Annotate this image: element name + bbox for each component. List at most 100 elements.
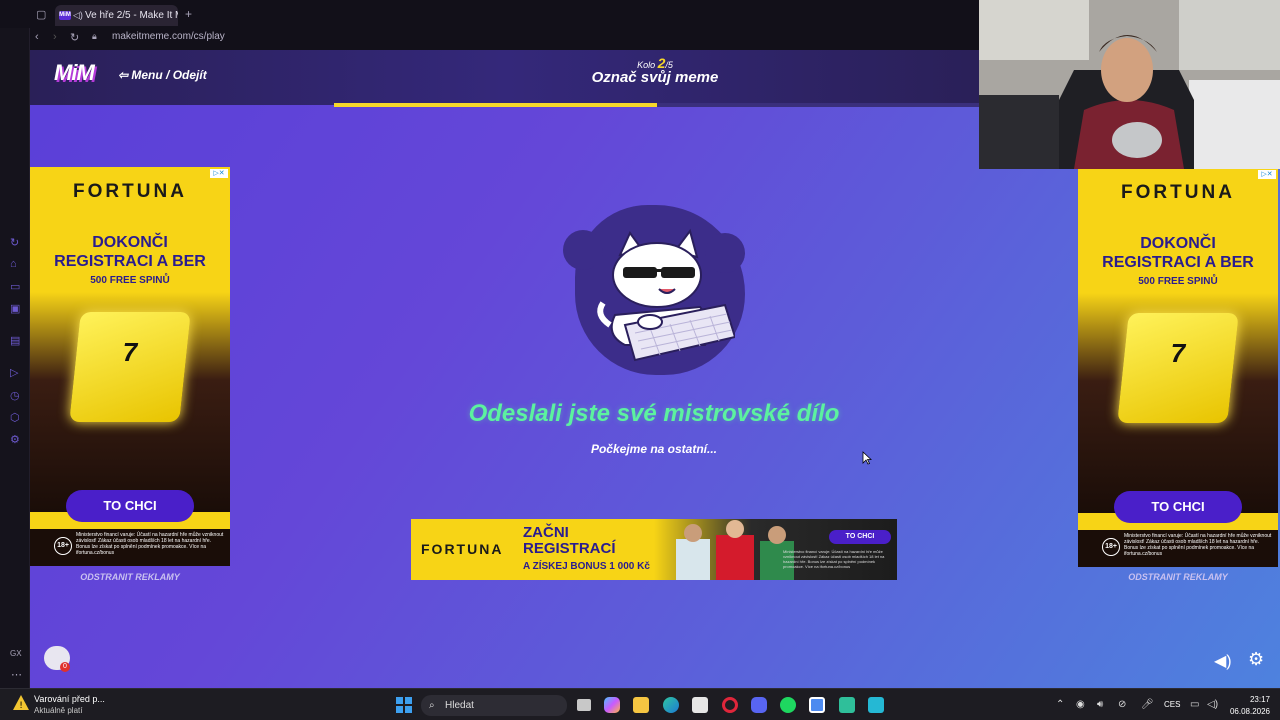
speaker-icon[interactable]: ◁) bbox=[73, 5, 83, 26]
ad-info-icon[interactable]: ▷✕ bbox=[1258, 170, 1276, 179]
banner-brand: FORTUNA bbox=[421, 541, 504, 557]
game-launcher-icon[interactable] bbox=[839, 697, 855, 713]
gx-icon[interactable]: GX bbox=[10, 649, 22, 658]
warning-subtitle: Aktuálně platí bbox=[34, 706, 83, 715]
seven-icon: 7 bbox=[122, 337, 138, 367]
news-icon[interactable]: ▣ bbox=[10, 302, 20, 315]
file-explorer-icon[interactable] bbox=[633, 697, 649, 713]
chat-unread-badge: 0 bbox=[60, 662, 70, 672]
age-badge: 18+ bbox=[54, 537, 72, 555]
menu-exit-button[interactable]: ⇦ Menu / Odejít bbox=[118, 68, 207, 82]
network-icon[interactable]: ▭ bbox=[1190, 699, 1199, 710]
language-indicator[interactable]: CES bbox=[1164, 700, 1180, 709]
spotify-icon[interactable] bbox=[780, 697, 796, 713]
player-icon[interactable]: ▷ bbox=[10, 366, 18, 379]
microphone-icon[interactable]: 🎤︎ bbox=[1141, 699, 1154, 710]
mim-logo[interactable]: MiM bbox=[54, 60, 100, 90]
tab-bar: ▢ MiM ◁) Ve hře 2/5 - Make It Me + bbox=[0, 0, 980, 28]
clock-icon[interactable]: ◷ bbox=[10, 389, 20, 402]
more-icon[interactable]: ⋯ bbox=[11, 668, 22, 681]
streaming-app-icon[interactable] bbox=[809, 697, 825, 713]
browser-sidebar: ↻ ⌂ ▭ ▣ ▤ ▷ ◷ ⬡ ⚙ GX ⋯ bbox=[0, 0, 30, 688]
svg-text:!: ! bbox=[19, 701, 23, 711]
search-placeholder: Hledat bbox=[445, 700, 474, 711]
tray-mute-icon[interactable]: ⊘ bbox=[1118, 699, 1126, 710]
warning-title[interactable]: Varování před p... bbox=[34, 694, 105, 704]
windows-taskbar: ! Varování před p... Aktuálně platí ⌕ Hle… bbox=[0, 688, 1280, 720]
webcam-overlay bbox=[979, 0, 1280, 169]
remove-ads-link-left[interactable]: ODSTRANIT REKLAMY bbox=[30, 572, 230, 582]
windows-start-icon[interactable] bbox=[396, 697, 412, 713]
progress-fill bbox=[334, 103, 657, 107]
tab-game[interactable]: MiM ◁) Ve hře 2/5 - Make It Me bbox=[55, 5, 178, 26]
tray-chevron-icon[interactable]: ⌃ bbox=[1056, 699, 1064, 710]
reload-icon[interactable]: ↻ bbox=[70, 31, 79, 44]
cat-typing-illustration bbox=[597, 228, 735, 362]
tray-volume-icon[interactable]: 🔊︎ bbox=[1097, 699, 1103, 710]
notes-app-icon[interactable] bbox=[868, 697, 884, 713]
taskbar-search[interactable]: ⌕ Hledat bbox=[421, 695, 567, 716]
warning-icon[interactable]: ! bbox=[12, 694, 30, 712]
ad-headline: DOKONČI REGISTRACI A BER bbox=[1078, 234, 1278, 272]
ad-legal: Ministerstvo financí varuje: Účastí na h… bbox=[76, 532, 224, 556]
opera-gx-icon[interactable] bbox=[722, 697, 738, 713]
ad-headline-2: REGISTRACI A BER bbox=[54, 253, 206, 270]
edge-icon[interactable] bbox=[663, 697, 679, 713]
forward-icon[interactable]: › bbox=[53, 31, 57, 43]
volume-icon[interactable]: ◀) bbox=[1214, 651, 1232, 671]
copilot-icon[interactable] bbox=[604, 697, 620, 713]
phase-title: Označ svůj meme bbox=[591, 69, 719, 86]
new-tab-icon[interactable]: + bbox=[185, 7, 192, 21]
clock-time[interactable]: 23:17 bbox=[1226, 695, 1270, 704]
right-ad[interactable]: ▷✕ FORTUNA DOKONČI REGISTRACI A BER 500 F… bbox=[1078, 168, 1278, 567]
banner-legal: Ministerstvo financí varuje: Účastí na h… bbox=[783, 549, 885, 569]
banner-headline: ZAČNI REGISTRACÍ bbox=[523, 525, 616, 557]
ad-cta-button[interactable]: TO CHCI bbox=[66, 490, 194, 522]
banner-subline: A ZÍSKEJ BONUS 1 000 Kč bbox=[523, 561, 650, 572]
tv-icon[interactable]: ▭ bbox=[10, 280, 20, 293]
ad-headline-2: REGISTRACI A BER bbox=[1102, 254, 1254, 271]
ad-headline-1: DOKONČI bbox=[92, 234, 168, 251]
lock-icon: 🔒︎ bbox=[92, 31, 97, 41]
left-ad[interactable]: ▷✕ FORTUNA DOKONČI REGISTRACI A BER 500 F… bbox=[30, 167, 230, 566]
history-icon[interactable]: ↻ bbox=[10, 236, 19, 249]
ad-brand: FORTUNA bbox=[73, 181, 187, 202]
game-header: MiM ⇦ Menu / Odejít Kolo 2/5 Označ svůj … bbox=[30, 50, 980, 105]
ad-headline-1: DOKONČI bbox=[1140, 235, 1216, 252]
banner-ad[interactable]: FORTUNA ZAČNI REGISTRACÍ A ZÍSKEJ BONUS 1… bbox=[411, 519, 897, 580]
remove-ads-link-right[interactable]: ODSTRANIT REKLAMY bbox=[1078, 572, 1278, 582]
discord-icon[interactable] bbox=[751, 697, 767, 713]
mim-favicon-icon: MiM bbox=[59, 11, 71, 20]
settings-gear-icon[interactable]: ⚙ bbox=[1248, 649, 1264, 670]
ad-info-icon[interactable]: ▷✕ bbox=[210, 169, 228, 178]
search-icon: ⌕ bbox=[429, 700, 435, 711]
tray-app-icon[interactable]: ◉ bbox=[1076, 699, 1085, 710]
back-icon[interactable]: ‹ bbox=[35, 31, 39, 43]
age-badge: 18+ bbox=[1102, 538, 1120, 556]
store-icon[interactable] bbox=[692, 697, 708, 713]
ad-headline: DOKONČI REGISTRACI A BER bbox=[30, 233, 230, 271]
workspace-icon[interactable]: ▢ bbox=[36, 8, 46, 21]
seven-icon: 7 bbox=[1170, 338, 1186, 368]
speaker-tray-icon[interactable]: ◁) bbox=[1207, 699, 1218, 710]
clock-date[interactable]: 06.08.2026 bbox=[1220, 707, 1270, 716]
slot-machine-image: 7 bbox=[1078, 293, 1278, 513]
ad-legal: Ministerstvo financí varuje: Účastí na h… bbox=[1124, 533, 1272, 557]
bag-icon[interactable]: ⌂ bbox=[10, 258, 17, 270]
slot-machine-image: 7 bbox=[30, 292, 230, 512]
tab-title: Ve hře 2/5 - Make It Me bbox=[85, 10, 178, 21]
submission-confirmation-title: Odeslali jste své mistrovské dílo bbox=[468, 400, 840, 427]
ad-subline: 500 FREE SPINŮ bbox=[1138, 276, 1218, 287]
mouse-cursor-icon bbox=[862, 451, 872, 465]
url-text[interactable]: makeitmeme.com/cs/play bbox=[112, 31, 225, 42]
twitch-icon[interactable]: ▤ bbox=[10, 334, 20, 347]
waiting-text: Počkejme na ostatní... bbox=[590, 442, 718, 456]
banner-cta-button[interactable]: TO CHCI bbox=[829, 530, 891, 544]
ad-subline: 500 FREE SPINŮ bbox=[90, 275, 170, 286]
extensions-icon[interactable]: ⬡ bbox=[10, 411, 20, 424]
ad-brand: FORTUNA bbox=[1121, 182, 1235, 203]
ad-cta-button[interactable]: TO CHCI bbox=[1114, 491, 1242, 523]
settings-icon[interactable]: ⚙ bbox=[10, 433, 20, 446]
task-view-icon[interactable] bbox=[577, 699, 591, 711]
banner-headline-2: REGISTRACÍ bbox=[523, 540, 616, 557]
